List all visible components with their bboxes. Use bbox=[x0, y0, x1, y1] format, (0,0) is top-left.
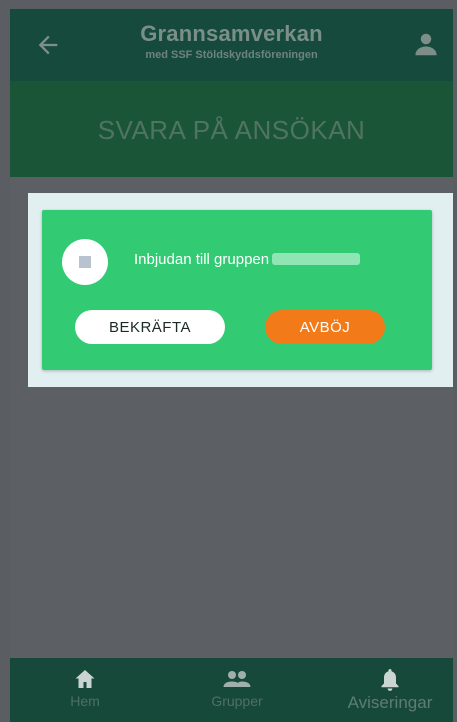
app-header: Grannsamverkan med SSF Stöldskyddsföreni… bbox=[10, 9, 453, 81]
invite-message: Inbjudan till gruppen bbox=[134, 251, 361, 268]
nav-label-groups: Grupper bbox=[211, 693, 263, 709]
home-icon bbox=[75, 670, 95, 688]
app-subtitle: med SSF Stöldskyddsföreningen bbox=[145, 49, 318, 61]
bell-icon bbox=[381, 669, 399, 691]
nav-tab-notifications[interactable]: Aviseringar bbox=[330, 658, 450, 722]
bottom-navigation: Hem Grupper Aviseringar bbox=[10, 658, 453, 722]
section-title: SVARA PÅ ANSÖKAN bbox=[97, 115, 366, 145]
nav-label-home: Hem bbox=[70, 693, 100, 709]
nav-label-notifications: Aviseringar bbox=[347, 693, 433, 712]
profile-icon[interactable] bbox=[411, 29, 441, 59]
decline-button[interactable]: AVBÖJ bbox=[265, 310, 385, 344]
group-icon bbox=[223, 671, 251, 687]
invite-highlight-panel: Inbjudan till gruppen BEKRÄFTA AVBÖJ bbox=[28, 193, 453, 387]
avatar-image-icon bbox=[79, 256, 91, 268]
group-avatar bbox=[62, 239, 108, 285]
group-name-redacted bbox=[272, 253, 361, 265]
invite-card: Inbjudan till gruppen BEKRÄFTA AVBÖJ bbox=[42, 210, 432, 370]
nav-tab-groups[interactable]: Grupper bbox=[194, 658, 280, 722]
app-title: Grannsamverkan bbox=[140, 21, 323, 46]
section-banner: SVARA PÅ ANSÖKAN bbox=[10, 81, 453, 177]
app-screen: Grannsamverkan med SSF Stöldskyddsföreni… bbox=[10, 9, 453, 722]
confirm-button[interactable]: BEKRÄFTA bbox=[75, 310, 225, 344]
header-title-block: Grannsamverkan med SSF Stöldskyddsföreni… bbox=[10, 21, 453, 61]
nav-tab-home[interactable]: Hem bbox=[50, 658, 120, 722]
invite-message-text: Inbjudan till gruppen bbox=[134, 251, 270, 268]
